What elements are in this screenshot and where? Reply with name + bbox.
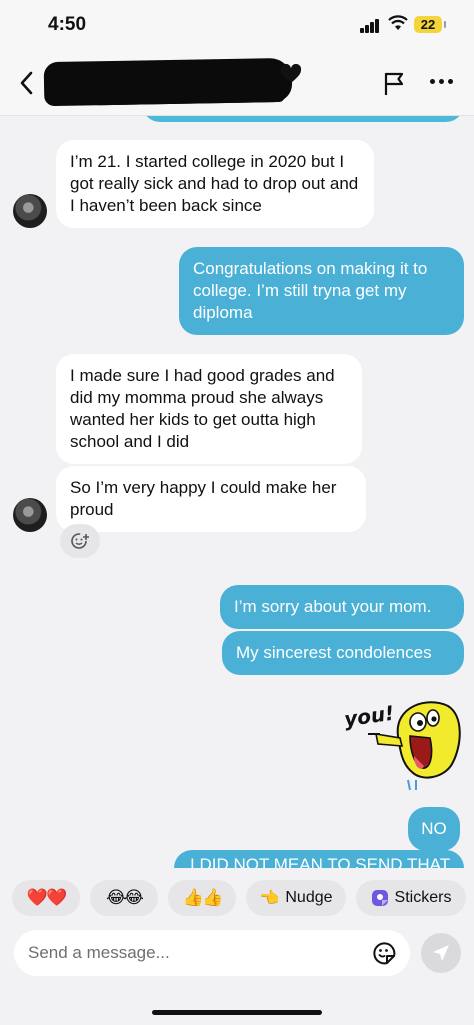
nudge-button[interactable]: 👈 Nudge (246, 880, 346, 916)
message-composer (14, 930, 410, 976)
back-chevron-icon[interactable] (16, 68, 38, 98)
pointing-hand-icon: 👈 (259, 890, 280, 907)
more-options-icon[interactable] (430, 79, 453, 84)
laughing-reaction-chip[interactable]: 😂😂 (90, 880, 158, 916)
send-icon (433, 945, 449, 961)
quick-reaction-bar: ❤️❤️ 😂😂 👍👍 👈 Nudge Stickers (12, 880, 466, 916)
avatar[interactable] (13, 498, 47, 532)
add-reaction-button[interactable] (60, 524, 100, 558)
status-bar: 4:50 22 (0, 0, 474, 52)
stickers-button[interactable]: Stickers (356, 880, 466, 916)
previous-message-bubble (142, 116, 464, 122)
sticker-message[interactable]: you! (340, 698, 466, 790)
laughing-faces-icon: 😂😂 (106, 888, 144, 907)
avatar[interactable] (13, 194, 47, 228)
thumbs-up-icon: 👍👍 (182, 888, 223, 907)
message-list: I’m 21. I started college in 2020 but I … (0, 116, 474, 868)
hearts-reaction-chip[interactable]: ❤️❤️ (12, 880, 80, 916)
message-bubble-outgoing[interactable]: NO (408, 807, 460, 851)
black-heart-icon (280, 63, 302, 83)
nudge-label: Nudge (285, 889, 333, 906)
thumbs-up-reaction-chip[interactable]: 👍👍 (168, 880, 236, 916)
stickers-label: Stickers (394, 889, 452, 906)
signal-icon (360, 19, 380, 33)
message-bubble-outgoing[interactable]: I’m sorry about your mom. (220, 585, 464, 629)
sticker-picker-icon[interactable] (372, 941, 396, 965)
clock: 4:50 (48, 14, 87, 35)
wifi-icon (388, 15, 408, 30)
chat-header (0, 52, 474, 116)
pointing-blob-sticker-icon (368, 701, 461, 790)
message-bubble-incoming[interactable]: I made sure I had good grades and did my… (56, 354, 362, 464)
redacted-username (43, 57, 293, 107)
message-input[interactable] (28, 938, 358, 968)
sticker-icon (371, 890, 388, 906)
flag-icon[interactable] (382, 70, 406, 96)
add-reaction-icon (71, 533, 89, 549)
message-bubble-outgoing[interactable]: Congratulations on making it to college.… (179, 247, 464, 335)
battery-level: 22 (420, 17, 436, 32)
hearts-icon: ❤️❤️ (26, 888, 67, 907)
message-bubble-incoming[interactable]: So I’m very happy I could make her proud (56, 466, 366, 532)
message-bubble-incoming[interactable]: I’m 21. I started college in 2020 but I … (56, 140, 374, 228)
battery-icon: 22 (414, 16, 446, 33)
home-indicator (152, 1010, 322, 1015)
message-bubble-outgoing[interactable]: My sincerest condolences (222, 631, 464, 675)
message-text-partial: I DID NOT MEAN TO SEND THAT (190, 855, 451, 868)
send-button[interactable] (421, 933, 461, 973)
